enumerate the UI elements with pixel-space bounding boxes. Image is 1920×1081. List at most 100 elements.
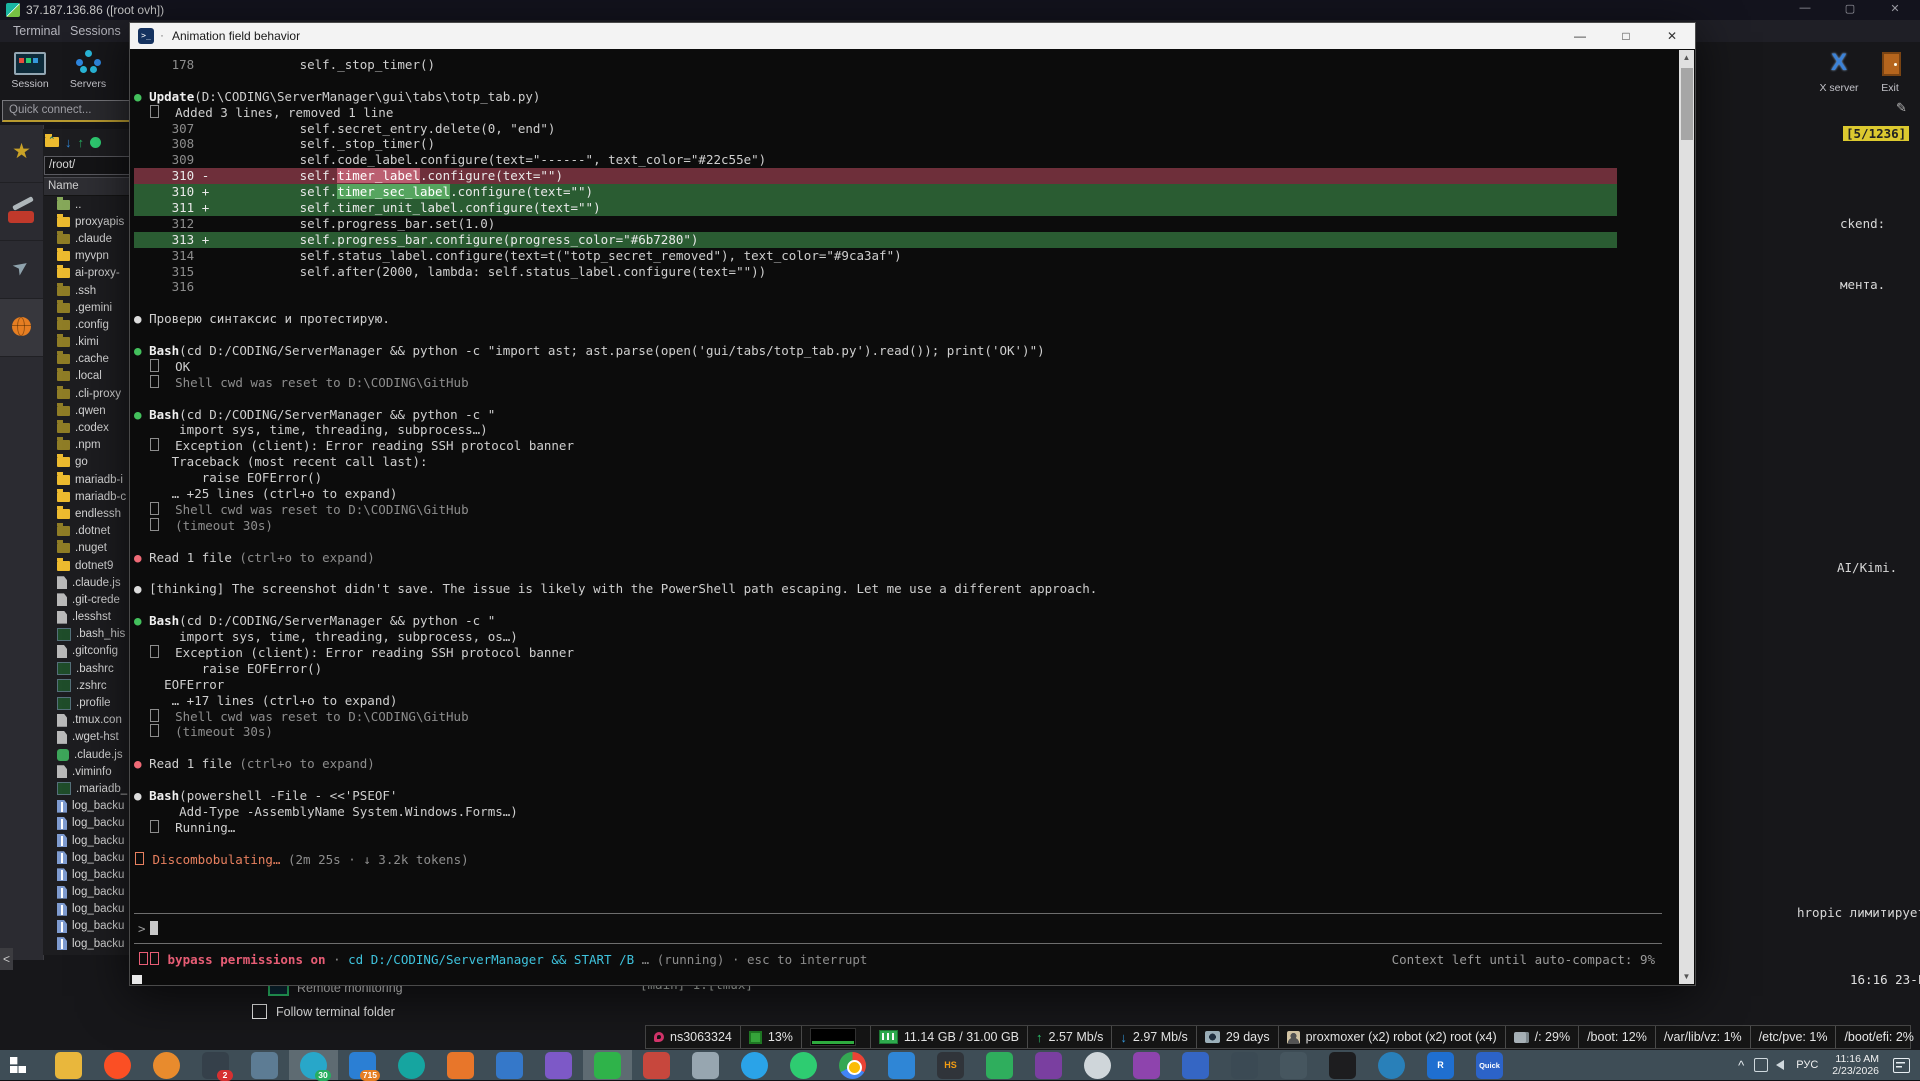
taskbar-app-whatsapp[interactable] [779,1050,828,1080]
follow-folder-checkbox[interactable] [252,1004,267,1019]
volume-icon[interactable] [1776,1060,1784,1070]
file-row[interactable]: .mariadb_ [43,780,135,797]
file-row[interactable]: dotnet9 [43,557,135,574]
taskbar-app-app-715[interactable]: 715 [338,1050,387,1080]
file-row[interactable]: .config [43,316,135,333]
taskbar-app-remote-desktop[interactable]: 30 [289,1050,338,1080]
taskbar-app-app-purple[interactable] [1024,1050,1073,1080]
file-row[interactable]: log_backu [43,866,135,883]
refresh-icon[interactable] [90,137,101,148]
taskbar-app-camera-blue[interactable] [1367,1050,1416,1080]
file-row[interactable]: go [43,454,135,471]
folder-up-icon[interactable]: ⌃ [45,137,59,147]
follow-terminal-folder-row[interactable]: Follow terminal folder [252,1004,395,1019]
tray-chevron-icon[interactable]: ^ [1738,1058,1744,1073]
notification-center-icon[interactable] [1893,1058,1910,1073]
taskbar-app-app-dark-badge[interactable]: 2 [191,1050,240,1080]
file-row[interactable]: .claude [43,230,135,247]
menu-terminal[interactable]: Terminal [13,24,60,38]
taskbar-app-opera[interactable] [387,1050,436,1080]
tray-clock[interactable]: 11:16 AM 2/23/2026 [1832,1053,1879,1077]
file-row[interactable]: proxyapis [43,213,135,230]
taskbar-app-terminal-green[interactable] [583,1050,632,1080]
taskbar-app-camera-green[interactable] [975,1050,1024,1080]
scroll-down-icon[interactable]: ▼ [1679,969,1694,984]
file-row[interactable]: log_backu [43,798,135,815]
taskbar-app-quick-app[interactable]: Quick [1465,1050,1514,1080]
tab-tools[interactable] [0,183,43,241]
terminal-titlebar[interactable]: >_ · Animation field behavior — □ ✕ [130,23,1695,49]
file-row[interactable]: log_backu [43,815,135,832]
taskbar-app-vscode[interactable] [877,1050,926,1080]
file-row[interactable]: log_backu [43,918,135,935]
taskbar-app-app-dark2[interactable] [1220,1050,1269,1080]
maximize-button[interactable]: ▢ [1835,2,1865,18]
file-row[interactable]: log_backu [43,832,135,849]
file-row[interactable]: .lesshst [43,609,135,626]
taskbar-app-app-violet[interactable] [1122,1050,1171,1080]
x-server-label[interactable]: X server [1812,82,1866,94]
taskbar-app-app-r[interactable]: R [1416,1050,1465,1080]
file-row[interactable]: log_backu [43,849,135,866]
close-button[interactable]: ✕ [1880,2,1910,18]
sftp-path-field[interactable]: /root/ [44,156,135,175]
file-row[interactable]: .claude.js [43,746,135,763]
file-row[interactable]: .nuget [43,540,135,557]
menu-sessions[interactable]: Sessions [70,24,121,38]
terminal-close-button[interactable]: ✕ [1649,23,1695,49]
download-icon[interactable]: ↓ [65,135,72,150]
file-row[interactable]: .zshrc [43,677,135,694]
file-row[interactable]: mariadb-c [43,488,135,505]
sftp-name-header[interactable]: Name [44,177,135,196]
tab-sessions-star[interactable]: ★ [0,125,43,183]
file-row[interactable]: .local [43,368,135,385]
file-row[interactable]: .qwen [43,402,135,419]
taskbar-app-app-dark3[interactable] [1269,1050,1318,1080]
terminal-prompt[interactable]: > [138,921,158,936]
upload-icon[interactable]: ↑ [78,135,85,150]
terminal-minimize-button[interactable]: — [1557,23,1603,49]
file-row[interactable]: .kimi [43,334,135,351]
file-row[interactable]: ai-proxy- [43,265,135,282]
file-row[interactable]: .gitconfig [43,643,135,660]
x-server-icon[interactable]: X [1826,50,1852,76]
taskbar-app-app-hs[interactable]: HS [926,1050,975,1080]
taskbar-app-visual-studio[interactable] [534,1050,583,1080]
edit-pencil-icon[interactable]: ✎ [1896,100,1907,116]
file-row[interactable]: .. [43,196,135,213]
file-row[interactable]: .ssh [43,282,135,299]
exit-label[interactable]: Exit [1868,82,1912,94]
taskbar-app-telegram[interactable] [730,1050,779,1080]
file-row[interactable]: .codex [43,419,135,436]
exit-icon[interactable] [1882,52,1901,76]
file-row[interactable]: myvpn [43,248,135,265]
file-row[interactable]: .cache [43,351,135,368]
file-row[interactable]: .gemini [43,299,135,316]
file-row[interactable]: .dotnet [43,523,135,540]
file-row[interactable]: .profile [43,694,135,711]
file-row[interactable]: .cli-proxy [43,385,135,402]
taskbar-app-app-blue2[interactable] [1171,1050,1220,1080]
file-row[interactable]: log_backu [43,884,135,901]
session-button-label[interactable]: Session [8,78,52,90]
language-indicator[interactable]: РУС [1796,1059,1818,1071]
tab-macros[interactable]: ➤ [0,241,43,299]
file-row[interactable]: mariadb-i [43,471,135,488]
file-row[interactable]: log_backu [43,935,135,952]
quick-connect-input[interactable]: Quick connect... [2,100,134,122]
taskbar-app-firefox[interactable] [142,1050,191,1080]
file-row[interactable]: endlessh [43,505,135,522]
session-icon[interactable] [14,52,46,75]
taskbar-app-app-red[interactable] [632,1050,681,1080]
scrollbar-thumb[interactable] [1681,68,1693,140]
tab-sftp[interactable] [0,299,43,357]
taskbar-app-app-steel[interactable] [240,1050,289,1080]
taskbar-app-brave[interactable] [93,1050,142,1080]
taskbar-app-chrome[interactable] [828,1050,877,1080]
file-row[interactable]: .bash_his [43,626,135,643]
servers-icon[interactable] [76,50,102,74]
file-row[interactable]: .viminfo [43,763,135,780]
taskbar-app-app-light[interactable] [1073,1050,1122,1080]
minimize-button[interactable]: — [1790,2,1820,18]
scroll-up-icon[interactable]: ▲ [1679,50,1694,65]
